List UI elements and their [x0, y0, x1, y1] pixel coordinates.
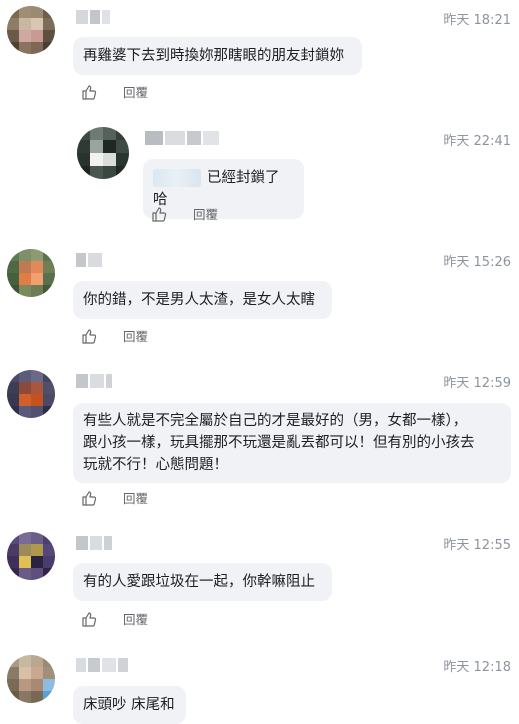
reply-link[interactable]: 回覆 [123, 326, 148, 345]
comment-timestamp[interactable]: 昨天 22:41 [443, 130, 511, 149]
comment-timestamp[interactable]: 昨天 15:26 [443, 251, 511, 270]
tagged-name-blurred[interactable] [153, 169, 201, 187]
thumbs-up-icon[interactable] [81, 84, 97, 100]
comment-text-line: 有些人就是不完全屬於自己的才是最好的（男，女都一樣）， [83, 413, 468, 429]
comment-bubble: 有的人愛跟垃圾在一起，你幹嘛阻止 [73, 563, 332, 601]
commenter-name-blurred[interactable] [76, 658, 128, 672]
thumbs-up-icon[interactable] [151, 206, 167, 222]
comment-actions: 回覆 [81, 326, 148, 345]
comment-timestamp[interactable]: 昨天 12:18 [443, 656, 511, 675]
comment-actions: 回覆 [81, 82, 148, 101]
comment-timestamp[interactable]: 昨天 12:59 [443, 372, 511, 391]
thumbs-up-icon[interactable] [81, 611, 97, 627]
commenter-name-blurred[interactable] [145, 131, 219, 145]
thumbs-up-icon[interactable] [81, 328, 97, 344]
comment-timestamp[interactable]: 昨天 12:55 [443, 534, 511, 553]
avatar[interactable] [7, 532, 55, 580]
comment-actions: 回覆 [81, 609, 148, 628]
comment-actions: 回覆 [151, 204, 218, 223]
avatar[interactable] [7, 370, 55, 418]
comment-actions: 回覆 [81, 488, 148, 507]
avatar[interactable] [7, 249, 55, 297]
comment-timestamp[interactable]: 昨天 18:21 [443, 9, 511, 28]
reply-link[interactable]: 回覆 [193, 204, 218, 223]
comment-text-line: 跟小孩一樣，玩具擺那不玩還是亂丟都可以！但有別的小孩去 [83, 435, 475, 451]
comment-bubble: 有些人就是不完全屬於自己的才是最好的（男，女都一樣）， 跟小孩一樣，玩具擺那不玩… [73, 403, 511, 483]
comment-bubble: 床頭吵 床尾和 [73, 686, 186, 724]
comment-bubble: 你的錯，不是男人太渣，是女人太瞎 [73, 281, 332, 319]
avatar[interactable] [7, 6, 55, 54]
avatar[interactable] [7, 655, 55, 703]
reply-link[interactable]: 回覆 [123, 609, 148, 628]
commenter-name-blurred[interactable] [76, 374, 112, 388]
comment-bubble: 再雞婆下去到時換妳那瞎眼的朋友封鎖妳 [73, 37, 362, 75]
reply-link[interactable]: 回覆 [123, 488, 148, 507]
commenter-name-blurred[interactable] [76, 536, 112, 550]
avatar[interactable] [77, 127, 129, 179]
commenter-name-blurred[interactable] [76, 253, 102, 267]
comment-text-line: 玩就不行！心態問題！ [83, 457, 228, 473]
thumbs-up-icon[interactable] [81, 490, 97, 506]
reply-link[interactable]: 回覆 [123, 82, 148, 101]
commenter-name-blurred[interactable] [76, 10, 110, 24]
